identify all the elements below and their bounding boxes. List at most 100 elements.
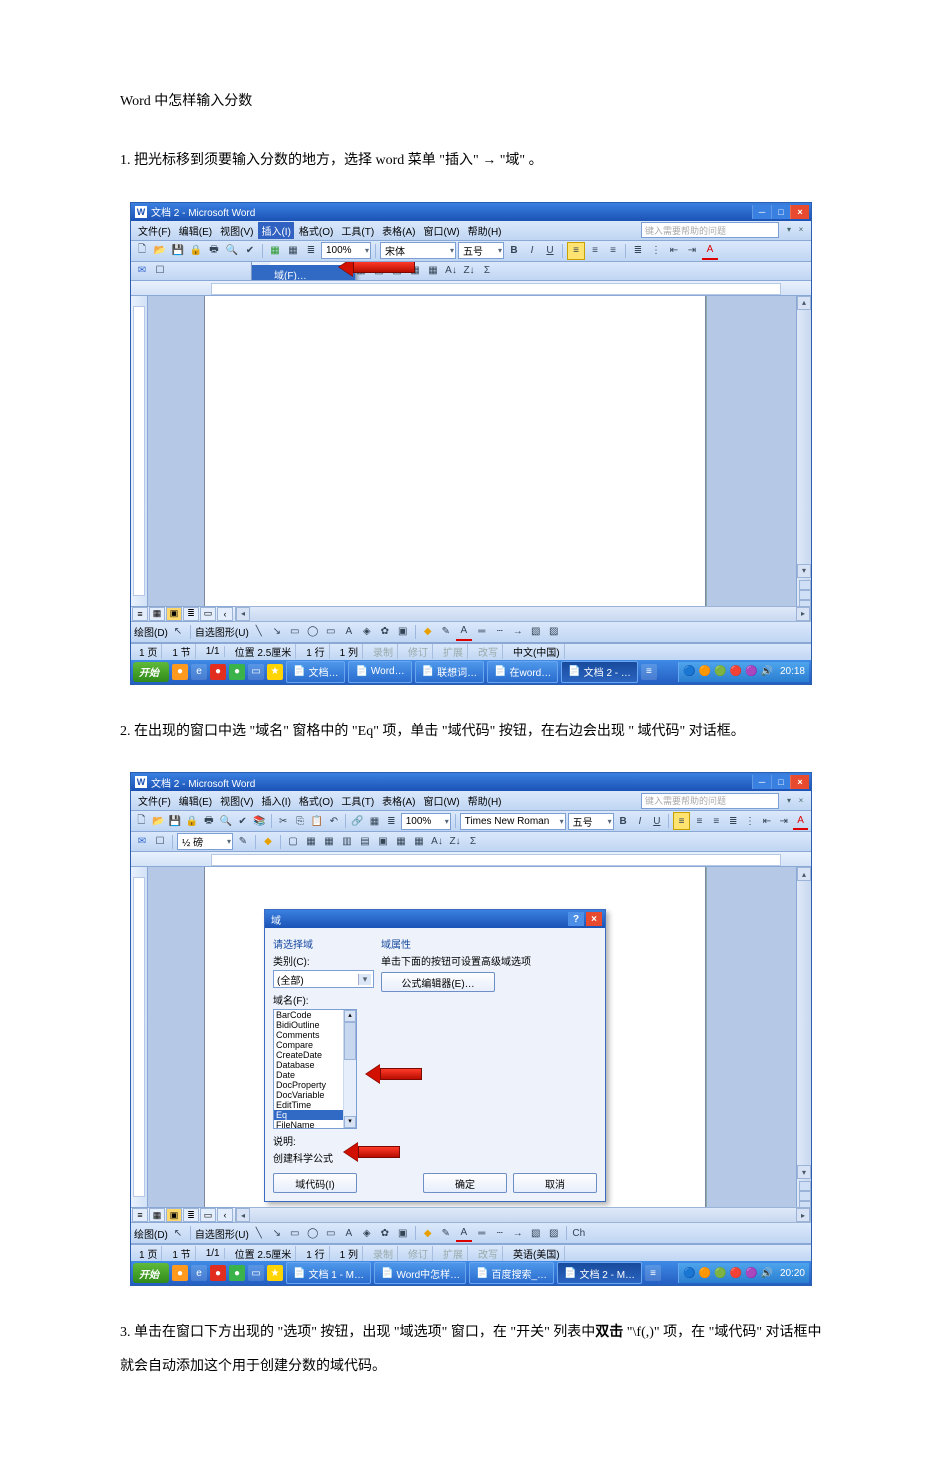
scroll-right-icon[interactable]: ▸ bbox=[796, 607, 810, 621]
3d-icon[interactable]: ▨ bbox=[546, 1225, 562, 1241]
canvas[interactable] bbox=[148, 296, 796, 606]
preview-icon[interactable]: 🔍 bbox=[218, 813, 233, 829]
prev-page-icon[interactable] bbox=[799, 1181, 811, 1191]
browse-object-icon[interactable] bbox=[799, 1191, 811, 1201]
quicklaunch-icon[interactable]: e bbox=[191, 1265, 207, 1281]
cut-icon[interactable]: ✂ bbox=[276, 813, 291, 829]
quicklaunch-icon[interactable]: ▭ bbox=[248, 664, 264, 680]
quicklaunch-icon[interactable]: ▭ bbox=[248, 1265, 264, 1281]
menu-view[interactable]: 视图(V) bbox=[217, 222, 256, 239]
menu-help[interactable]: 帮助(H) bbox=[465, 222, 505, 239]
start-button[interactable]: 开始 bbox=[133, 1263, 169, 1283]
shadow-icon[interactable]: ▧ bbox=[528, 1225, 544, 1241]
dialog-help-button[interactable]: ? bbox=[568, 912, 584, 926]
indent-icon[interactable]: ⇥ bbox=[684, 243, 700, 259]
arrow-style-icon[interactable]: → bbox=[510, 624, 526, 640]
status-lang[interactable]: 英语(美国) bbox=[509, 1246, 565, 1261]
border-icon[interactable]: ▢ bbox=[285, 834, 301, 850]
font-color-icon[interactable]: A bbox=[456, 1224, 472, 1242]
wordart-icon[interactable]: A bbox=[341, 1225, 357, 1241]
textbox-icon[interactable]: ▭ bbox=[323, 624, 339, 640]
page-paper[interactable] bbox=[204, 296, 706, 606]
align-center-icon[interactable]: ≡ bbox=[587, 243, 603, 259]
insert-table-icon[interactable]: ▦ bbox=[321, 834, 337, 850]
taskbar-item[interactable]: 📄Word… bbox=[348, 661, 411, 683]
shading-icon[interactable]: ▦ bbox=[303, 834, 319, 850]
tray-icon[interactable]: 🔵 bbox=[683, 666, 695, 677]
list-item[interactable]: DocVariable bbox=[274, 1090, 344, 1100]
horizontal-ruler[interactable] bbox=[131, 852, 811, 867]
list-item[interactable]: FileName bbox=[274, 1120, 344, 1129]
new-doc-icon[interactable]: 🗋 bbox=[134, 243, 150, 259]
permission-icon[interactable]: 🔒 bbox=[185, 813, 200, 829]
excel-icon[interactable]: ▦ bbox=[267, 243, 283, 259]
numbered-list-icon[interactable]: ≣ bbox=[726, 813, 741, 829]
scroll-left-icon[interactable]: ◂ bbox=[236, 1208, 250, 1222]
quicklaunch-icon[interactable]: ★ bbox=[267, 1265, 283, 1281]
outdent-icon[interactable]: ⇤ bbox=[666, 243, 682, 259]
status-extend[interactable]: 扩展 bbox=[439, 644, 468, 659]
taskbar-item[interactable]: 📄文档 2 - … bbox=[561, 661, 638, 683]
labels-icon[interactable]: ☐ bbox=[152, 834, 168, 850]
mdi-menu-icon[interactable]: ▾ bbox=[784, 225, 794, 235]
picture-icon[interactable]: ▣ bbox=[395, 1225, 411, 1241]
scroll-thumb[interactable] bbox=[344, 1022, 356, 1060]
spell-icon[interactable]: ✔ bbox=[235, 813, 250, 829]
quicklaunch-icon[interactable]: ● bbox=[172, 1265, 188, 1281]
minimize-button[interactable]: ─ bbox=[752, 775, 771, 789]
labels-icon[interactable]: ☐ bbox=[152, 263, 168, 279]
line-color-icon[interactable]: ✎ bbox=[438, 624, 454, 640]
taskbar-item[interactable]: 📄百度搜索_… bbox=[469, 1262, 554, 1284]
diagram-icon[interactable]: ◈ bbox=[359, 1225, 375, 1241]
pen-icon[interactable]: ✎ bbox=[235, 834, 251, 850]
maximize-button[interactable]: □ bbox=[771, 775, 790, 789]
draw-menu[interactable]: 绘图(D) bbox=[134, 624, 168, 639]
columns-icon[interactable]: ≣ bbox=[303, 243, 319, 259]
scroll-up-icon[interactable]: ▴ bbox=[797, 296, 811, 310]
taskbar-item[interactable]: 📄文档… bbox=[286, 661, 345, 683]
diagram-icon[interactable]: ◈ bbox=[359, 624, 375, 640]
select-arrow-icon[interactable]: ↖ bbox=[170, 1225, 186, 1241]
font-size-combo[interactable]: 五号 bbox=[568, 813, 614, 830]
list-item[interactable]: BarCode bbox=[274, 1010, 344, 1020]
horizontal-scrollbar[interactable]: ◂ ▸ bbox=[235, 1207, 811, 1223]
taskbar-item[interactable]: 📄联想词… bbox=[415, 661, 484, 683]
line-style-icon[interactable]: ═ bbox=[474, 1225, 490, 1241]
textbox-icon[interactable]: ▭ bbox=[323, 1225, 339, 1241]
menu-table[interactable]: 表格(A) bbox=[379, 792, 418, 809]
rect-shape-icon[interactable]: ▭ bbox=[287, 1225, 303, 1241]
menu-format[interactable]: 格式(O) bbox=[296, 792, 336, 809]
reading-view-icon[interactable]: ▭ bbox=[200, 607, 216, 621]
taskbar-item[interactable]: 📄在word… bbox=[487, 661, 558, 683]
status-overwrite[interactable]: 改写 bbox=[474, 1246, 503, 1261]
list-item[interactable]: DocProperty bbox=[274, 1080, 344, 1090]
quicklaunch-icon[interactable]: ● bbox=[229, 664, 245, 680]
list-item[interactable]: Compare bbox=[274, 1040, 344, 1050]
status-revise[interactable]: 修订 bbox=[404, 1246, 433, 1261]
status-revise[interactable]: 修订 bbox=[404, 644, 433, 659]
web-view-icon[interactable]: ▦ bbox=[149, 607, 165, 621]
research-icon[interactable]: 📚 bbox=[252, 813, 267, 829]
line-style-icon[interactable]: ═ bbox=[474, 624, 490, 640]
reading-view-icon[interactable]: ▭ bbox=[200, 1208, 216, 1222]
menu-insert[interactable]: 插入(I) bbox=[258, 792, 293, 809]
menu-window[interactable]: 窗口(W) bbox=[421, 222, 463, 239]
menu-insert[interactable]: 插入(I) bbox=[258, 222, 293, 239]
minimize-button[interactable]: ─ bbox=[752, 205, 771, 219]
prev-page-icon[interactable] bbox=[799, 580, 811, 590]
clipart-icon[interactable]: ✿ bbox=[377, 624, 393, 640]
fieldcode-button[interactable]: 域代码(I) bbox=[273, 1173, 357, 1193]
quicklaunch-icon[interactable]: ● bbox=[210, 664, 226, 680]
scroll-down-icon[interactable]: ▾ bbox=[797, 564, 811, 578]
close-button[interactable]: × bbox=[790, 775, 809, 789]
help-search-input[interactable]: 键入需要帮助的问题 bbox=[641, 793, 779, 809]
canvas[interactable]: 域 ? × 请选择域 类别(C): (全部) 域名(F): bbox=[148, 867, 796, 1207]
italic-icon[interactable]: I bbox=[524, 243, 540, 259]
align-left-icon[interactable]: ≡ bbox=[567, 242, 585, 260]
picture-icon[interactable]: ▣ bbox=[395, 624, 411, 640]
status-overwrite[interactable]: 改写 bbox=[474, 644, 503, 659]
line-icon[interactable]: ╲ bbox=[251, 624, 267, 640]
autofit-icon[interactable]: ▦ bbox=[425, 263, 441, 279]
menu-edit[interactable]: 编辑(E) bbox=[176, 792, 215, 809]
underline-icon[interactable]: U bbox=[649, 813, 664, 829]
